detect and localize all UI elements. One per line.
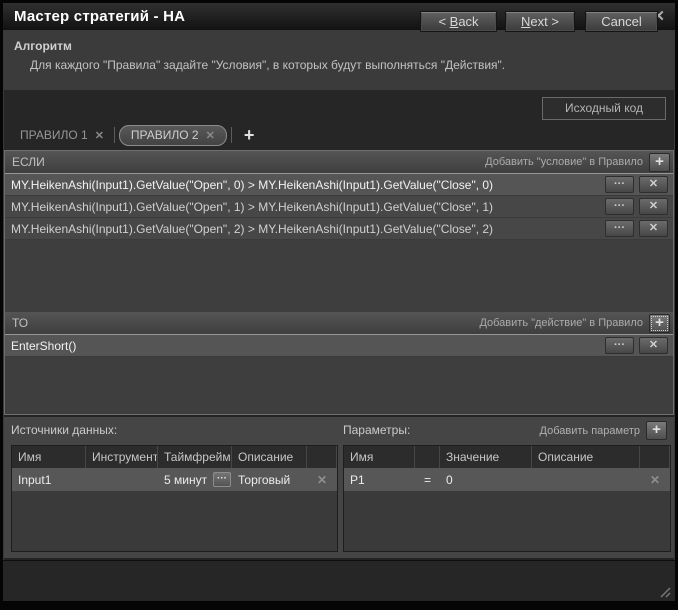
algorithm-heading: Алгоритм	[14, 39, 72, 53]
condition-row[interactable]: MY.HeikenAshi(Input1).GetValue("Open", 0…	[5, 173, 673, 196]
delete-condition-button[interactable]: ✕	[639, 176, 668, 193]
delete-data-source-cell: ✕	[307, 468, 337, 491]
then-section-title: ТО	[12, 316, 28, 330]
data-source-timeframe[interactable]: 5 минут ···	[158, 468, 232, 491]
delete-data-source-icon[interactable]: ✕	[317, 473, 327, 487]
then-section-header: ТО Добавить "действие" в Правило +	[5, 312, 673, 334]
parameter-name: P1	[344, 468, 415, 491]
if-section-header: ЕСЛИ Добавить "условие" в Правило +	[5, 151, 673, 173]
action-row[interactable]: EnterShort() ··· ✕	[5, 334, 673, 357]
column-header-name[interactable]: Имя	[12, 446, 86, 468]
condition-expression: MY.HeikenAshi(Input1).GetValue("Open", 0…	[11, 178, 605, 192]
condition-expression: MY.HeikenAshi(Input1).GetValue("Open", 1…	[11, 200, 605, 214]
condition-expression: MY.HeikenAshi(Input1).GetValue("Open", 2…	[11, 222, 605, 236]
column-header-actions	[640, 446, 670, 468]
action-expression: EnterShort()	[11, 339, 605, 353]
algorithm-panel: Алгоритм Для каждого "Правила" задайте "…	[4, 31, 674, 90]
data-sources-table-header: Имя Инструмент Таймфрейм Описание	[12, 446, 337, 468]
bottom-panel: Источники данных: Параметры: Добавить па…	[4, 417, 674, 558]
add-condition-button[interactable]: +	[649, 153, 670, 172]
data-source-description[interactable]: Торговый	[232, 468, 307, 491]
column-header-instrument[interactable]: Инструмент	[86, 446, 158, 468]
tab-rule-2-label: ПРАВИЛО 2	[131, 128, 199, 142]
tab-close-icon[interactable]: ✕	[95, 129, 104, 142]
edit-condition-button[interactable]: ···	[605, 176, 634, 193]
resize-grip[interactable]	[659, 586, 671, 598]
column-header-timeframe[interactable]: Таймфрейм	[158, 446, 232, 468]
delete-parameter-icon[interactable]: ✕	[650, 473, 660, 487]
column-header-actions	[307, 446, 337, 468]
condition-row[interactable]: MY.HeikenAshi(Input1).GetValue("Open", 1…	[5, 196, 673, 218]
tab-rule-1-label: ПРАВИЛО 1	[20, 128, 88, 142]
parameter-row[interactable]: P1 = 0 ✕	[344, 468, 670, 491]
tab-rule-2[interactable]: ПРАВИЛО 2 ✕	[119, 125, 227, 146]
footer-bar	[3, 560, 675, 601]
back-button[interactable]: < Back	[420, 11, 497, 32]
parameter-description[interactable]	[532, 468, 640, 491]
algorithm-description: Для каждого "Правила" задайте "Условия",…	[30, 58, 505, 72]
column-header-name[interactable]: Имя	[344, 446, 415, 468]
delete-condition-button[interactable]: ✕	[639, 220, 668, 237]
add-parameter-button[interactable]: +	[646, 421, 667, 440]
if-section-title: ЕСЛИ	[12, 155, 45, 169]
strategy-wizard-window: Мастер стратегий - НА ✕ Алгоритм Для каж…	[0, 0, 678, 610]
column-header-description[interactable]: Описание	[532, 446, 640, 468]
window-title: Мастер стратегий - НА	[14, 8, 185, 25]
data-source-name: Input1	[12, 468, 86, 491]
delete-parameter-cell: ✕	[640, 468, 670, 491]
edit-condition-button[interactable]: ···	[605, 220, 634, 237]
parameters-table: Имя Значение Описание P1 = 0 ✕	[343, 445, 671, 552]
delete-condition-button[interactable]: ✕	[639, 198, 668, 215]
edit-action-button[interactable]: ···	[605, 337, 634, 354]
condition-row[interactable]: MY.HeikenAshi(Input1).GetValue("Open", 2…	[5, 218, 673, 240]
tab-separator	[231, 127, 232, 143]
tab-rule-1[interactable]: ПРАВИЛО 1 ✕	[14, 122, 110, 148]
parameters-label: Параметры:	[343, 423, 410, 437]
data-sources-label: Источники данных:	[11, 423, 117, 437]
delete-action-button[interactable]: ✕	[639, 337, 668, 354]
tab-separator	[114, 127, 115, 143]
edit-condition-button[interactable]: ···	[605, 198, 634, 215]
data-sources-table: Имя Инструмент Таймфрейм Описание Input1…	[11, 445, 338, 552]
parameter-eq-sign: =	[415, 468, 440, 491]
next-button[interactable]: Next >	[505, 11, 575, 32]
column-header-value[interactable]: Значение	[440, 446, 532, 468]
add-parameter-label: Добавить параметр	[540, 425, 640, 437]
data-source-row[interactable]: Input1 5 минут ··· Торговый ✕	[12, 468, 337, 491]
rule-tabstrip: ПРАВИЛО 1 ✕ ПРАВИЛО 2 ✕ +	[4, 122, 674, 148]
parameters-table-header: Имя Значение Описание	[344, 446, 670, 468]
column-header-description[interactable]: Описание	[232, 446, 307, 468]
data-source-instrument[interactable]	[86, 468, 158, 491]
timeframe-picker-button[interactable]: ···	[213, 472, 231, 487]
add-condition-label: Добавить "условие" в Правило	[485, 156, 643, 168]
add-rule-tab-button[interactable]: +	[244, 124, 255, 146]
rules-panel: ЕСЛИ Добавить "условие" в Правило + MY.H…	[4, 150, 674, 415]
parameter-value[interactable]: 0	[440, 468, 532, 491]
column-header-eq	[415, 446, 440, 468]
timeframe-value: 5 минут	[164, 473, 207, 487]
add-action-button[interactable]: +	[649, 314, 670, 333]
cancel-button[interactable]: Cancel	[585, 11, 658, 32]
source-code-button[interactable]: Исходный код	[542, 97, 666, 120]
tab-close-icon[interactable]: ✕	[206, 129, 215, 142]
add-action-label: Добавить "действие" в Правило	[479, 317, 643, 329]
